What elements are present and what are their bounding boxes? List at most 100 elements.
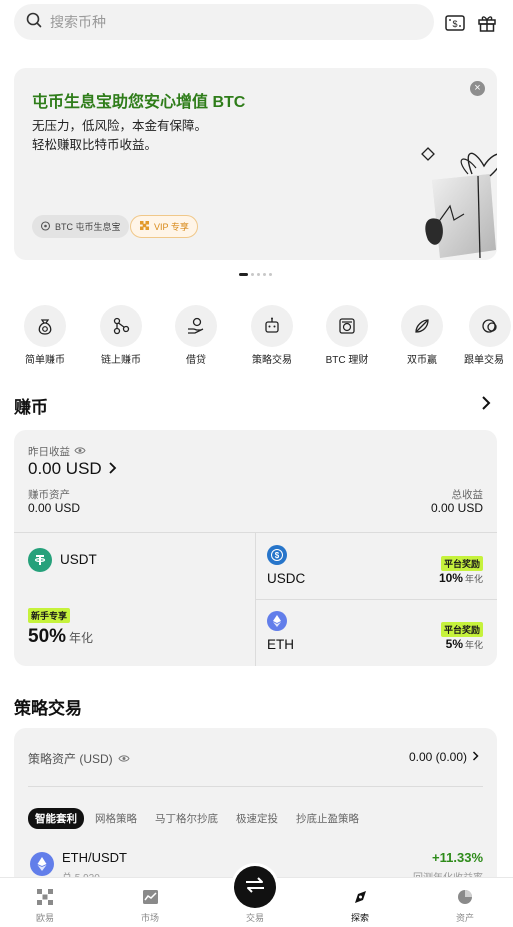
exchange-card-icon[interactable]: $ — [444, 12, 466, 34]
btc-vault-icon — [326, 305, 368, 347]
usdt-product[interactable]: USDT 新手专享 50% 年化 — [14, 533, 255, 666]
tab-dip-take-profit[interactable]: 抄底止盈策略 — [289, 808, 366, 829]
chevron-right-icon — [108, 459, 117, 479]
tab-fast-dca[interactable]: 极速定投 — [229, 808, 285, 829]
earn-section-title: 赚币 — [14, 398, 48, 417]
swap-arrows-icon — [244, 876, 266, 899]
strategy-tabs: 智能套利 网格策略 马丁格尔抄底 极速定投 抄底止盈策略 — [28, 808, 370, 829]
quick-action-loan[interactable]: 借贷 — [161, 305, 231, 366]
yesterday-earnings-label-text: 昨日收益 — [28, 446, 70, 458]
quick-actions-row: 简单赚币 链上赚币 借贷 策略交易 BTC 理财 双币赢 跟单交易 — [0, 305, 513, 367]
strategy-section-title: 策略交易 — [14, 699, 82, 718]
nav-label: 市场 — [140, 913, 159, 923]
banner-chip-vip[interactable]: VIP 专享 — [130, 215, 198, 238]
search-placeholder: 搜索币种 — [50, 14, 106, 30]
platform-reward-badge: 平台奖励 — [440, 556, 483, 571]
tab-grid[interactable]: 网格策略 — [88, 808, 144, 829]
copy-trade-icon — [469, 305, 511, 347]
usdt-rate-unit: 年化 — [69, 631, 94, 645]
nav-item-okx[interactable]: 欧易 — [5, 878, 85, 927]
carousel-dots — [239, 273, 272, 276]
quick-action-label: 策略交易 — [252, 355, 292, 366]
eth-rate-unit: 年化 — [464, 640, 483, 650]
usdc-icon: $ — [267, 545, 287, 565]
quick-action-label: 简单赚币 — [25, 355, 65, 366]
quick-action-btc-finance[interactable]: BTC 理财 — [312, 305, 382, 366]
search-bar[interactable]: 搜索币种 — [14, 4, 434, 40]
banner-line-1: 无压力，低风险，本金有保障。 — [32, 119, 208, 133]
carousel-dot[interactable] — [239, 273, 248, 276]
svg-text:$: $ — [452, 19, 457, 29]
quick-action-strategy-trading[interactable]: 策略交易 — [237, 305, 307, 366]
carousel-dot[interactable] — [257, 273, 260, 276]
quick-action-label: 链上赚币 — [101, 355, 141, 366]
carousel-dot[interactable] — [251, 273, 254, 276]
nav-label: 探索 — [350, 913, 369, 923]
eye-icon[interactable] — [118, 752, 130, 766]
chevron-right-icon[interactable] — [480, 396, 492, 415]
strategy-assets-label: 策略资产 (USD) — [28, 750, 130, 767]
strategy-assets-label-text: 策略资产 (USD) — [28, 752, 113, 766]
strategy-assets-amount: 0.00 (0.00) — [408, 750, 467, 764]
banner-title: 屯币生息宝助您安心增值 BTC — [32, 94, 246, 111]
quick-action-simple-earn[interactable]: 简单赚币 — [10, 305, 80, 366]
gift-icon[interactable] — [476, 12, 498, 34]
chart-icon — [110, 886, 190, 908]
quick-action-copy-trading[interactable]: 跟单交易 — [462, 305, 513, 366]
strategy-assets-value[interactable]: 0.00 (0.00) — [409, 750, 479, 764]
eye-icon[interactable] — [74, 446, 86, 458]
usdt-rate-value: 50% — [28, 626, 67, 647]
pie-chart-icon — [425, 886, 505, 908]
banner-close-button[interactable]: × — [470, 81, 485, 96]
nav-item-explore[interactable]: 探索 — [320, 878, 400, 927]
eth-product[interactable]: ETH 平台奖励 5% 年化 — [256, 600, 497, 666]
quick-action-onchain-earn[interactable]: 链上赚币 — [86, 305, 156, 366]
usdc-product[interactable]: $ USDC 平台奖励 10% 年化 — [256, 533, 497, 599]
nav-item-assets[interactable]: 资产 — [425, 878, 505, 927]
earn-card: 昨日收益 0.00 USD 赚币资产 0.00 USD 总收益 0.00 USD… — [14, 430, 497, 666]
quick-action-label: 跟单交易 — [464, 355, 504, 366]
total-earnings-value: 0.00 USD — [430, 501, 483, 515]
yesterday-earnings-value[interactable]: 0.00 USD — [28, 459, 117, 479]
banner-chip-btc-label: BTC 屯币生息宝 — [55, 222, 121, 232]
eth-rate: 5% 年化 — [446, 637, 483, 651]
promo-banner[interactable]: 屯币生息宝助您安心增值 BTC 无压力，低风险，本金有保障。 轻松赚取比特币收益… — [14, 68, 497, 260]
eth-rate-value: 5% — [445, 637, 463, 651]
strategy-pair: ETH/USDT — [62, 850, 127, 865]
total-earnings-label: 总收益 — [451, 489, 484, 501]
eth-icon — [267, 611, 287, 631]
yesterday-earnings-label: 昨日收益 — [28, 444, 86, 459]
search-icon — [26, 12, 42, 33]
okx-logo-icon — [5, 886, 85, 908]
nav-label: 资产 — [455, 913, 474, 923]
trade-fab-button[interactable] — [234, 866, 276, 908]
earn-assets-label: 赚币资产 — [28, 489, 70, 501]
robot-icon — [251, 305, 293, 347]
nav-label: 欧易 — [35, 913, 54, 923]
divider — [28, 786, 483, 787]
tab-martingale[interactable]: 马丁格尔抄底 — [148, 808, 225, 829]
usdc-rate-value: 10% — [438, 571, 463, 585]
svg-text:$: $ — [275, 551, 280, 560]
carousel-dot[interactable] — [269, 273, 272, 276]
usdc-name: USDC — [267, 571, 306, 586]
quick-action-label: 借贷 — [186, 355, 206, 366]
piggy-icon — [40, 220, 51, 233]
hand-coin-icon — [175, 305, 217, 347]
tab-smart-arbitrage[interactable]: 智能套利 — [28, 808, 84, 829]
platform-reward-badge: 平台奖励 — [440, 622, 483, 637]
gift-box-illustration — [404, 108, 497, 260]
money-bag-icon — [24, 305, 66, 347]
eth-name: ETH — [267, 637, 294, 652]
usdt-rate: 50% 年化 — [28, 626, 93, 648]
chevron-right-icon — [472, 750, 479, 764]
dual-coin-icon — [401, 305, 443, 347]
usdc-rate-unit: 年化 — [464, 574, 483, 584]
usdt-name: USDT — [60, 552, 97, 567]
banner-chip-btc[interactable]: BTC 屯币生息宝 — [32, 215, 129, 238]
carousel-dot[interactable] — [263, 273, 266, 276]
nav-item-market[interactable]: 市场 — [110, 878, 190, 927]
quick-action-dual-investment[interactable]: 双币赢 — [387, 305, 457, 366]
banner-chip-vip-label: VIP 专享 — [154, 222, 189, 232]
vip-icon — [139, 220, 150, 233]
